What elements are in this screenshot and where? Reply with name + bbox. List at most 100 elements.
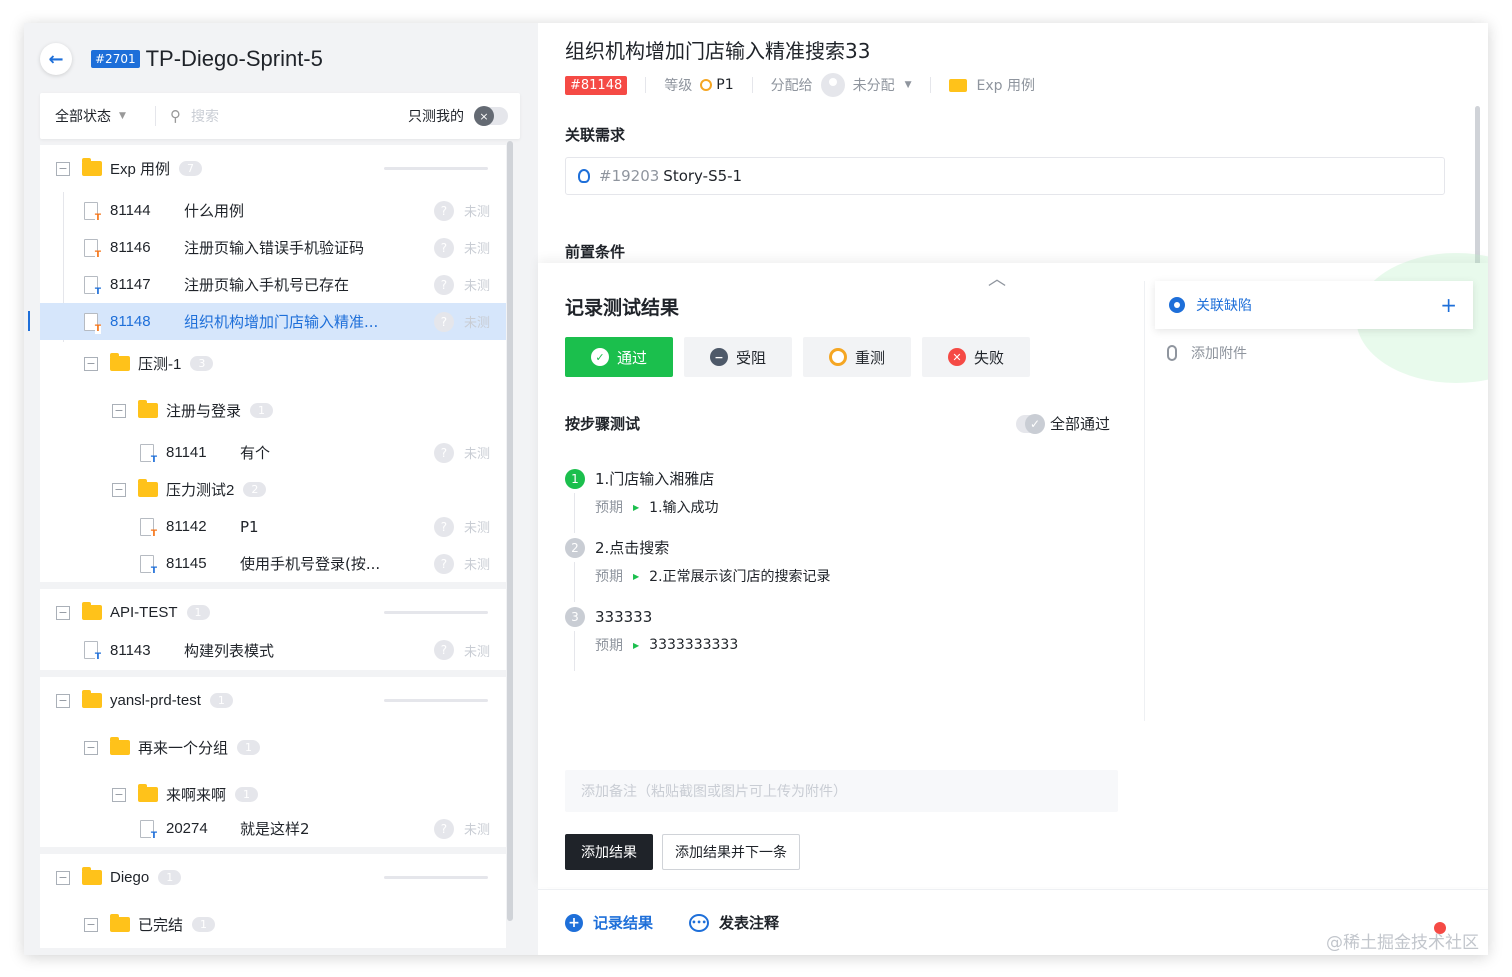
caret-down-icon[interactable]: ▼ [905, 80, 912, 90]
progress-bar [384, 699, 488, 702]
folder-row[interactable]: − 压测-1 3 [40, 340, 506, 387]
status-text: 未测 [463, 558, 490, 573]
pass-button[interactable]: ✓ 通过 [565, 337, 673, 377]
folder-count-badge: 1 [192, 917, 216, 932]
case-row[interactable]: 81142 P1 ? 未测 [40, 508, 506, 545]
plan-title: TP-Diego-Sprint-5 [145, 46, 323, 71]
step-number[interactable]: 2 [565, 538, 585, 558]
folder-row[interactable]: − 再来一个分组 1 [40, 724, 506, 771]
link-defect-row[interactable]: 关联缺陷 + [1155, 281, 1473, 329]
status-text: 未测 [463, 242, 490, 257]
add-result-next-button[interactable]: 添加结果并下一条 [662, 834, 800, 870]
folder-name: Exp 用例 [110, 161, 171, 178]
case-id: 81142 [166, 518, 207, 535]
collapse-icon[interactable]: − [112, 787, 126, 802]
all-pass-toggle[interactable]: 全部通过 [1016, 413, 1110, 434]
case-folder[interactable]: Exp 用例 [977, 75, 1035, 95]
avatar[interactable] [820, 73, 845, 97]
case-row[interactable]: 20274 就是这样2 ? 未测 [40, 810, 506, 847]
blocked-button[interactable]: − 受阻 [684, 337, 792, 377]
story-name: Story-S5-1 [663, 167, 743, 185]
collapse-icon[interactable]: − [84, 356, 98, 371]
expected-value: 3333333333 [649, 637, 739, 653]
fail-button[interactable]: ✕ 失败 [922, 337, 1030, 377]
test-case-icon [84, 238, 101, 260]
folder-count-badge: 7 [179, 161, 203, 176]
add-attachment-button[interactable]: 添加附件 [1167, 343, 1247, 363]
case-status: ? 未测 [433, 553, 490, 574]
folder-row[interactable]: − 注册与登录 1 [40, 387, 506, 434]
collapse-icon[interactable]: − [56, 161, 70, 176]
record-result-panel: ︿ 记录测试结果 ✓ 通过 − 受阻 重测 ✕ 失败 按步骤测试 ✓ 全部通过 … [538, 253, 1488, 887]
collapse-icon[interactable]: − [56, 693, 70, 708]
search-input[interactable]: ⚲ 搜索 [156, 106, 386, 126]
note-input[interactable]: 添加备注（粘贴截图或图片可上传为附件） [565, 770, 1118, 812]
case-row[interactable]: 81143 构建列表模式 ? 未测 [40, 630, 506, 670]
only-mine-toggle[interactable]: 只测我的 × [408, 106, 520, 126]
toggle-switch[interactable]: × [474, 106, 508, 126]
folder-name: 压力测试2 [166, 482, 235, 499]
case-row[interactable]: 81141 有个 ? 未测 [40, 434, 506, 471]
tree-scrollbar[interactable] [507, 141, 513, 921]
status-text: 未测 [463, 205, 490, 220]
collapse-icon[interactable]: − [112, 482, 126, 497]
status-filter-dropdown[interactable]: 全部状态 ▼ [40, 106, 155, 126]
check-icon: ✓ [590, 348, 609, 366]
plan-id-tag: #2701 [91, 50, 140, 68]
folder-icon [138, 784, 158, 802]
tree-group: − Exp 用例 7 81144 什么用例 ? 未测 81146 注册页输入错误手… [28, 145, 506, 582]
progress-bar [384, 611, 488, 614]
step-number[interactable]: 3 [565, 607, 585, 627]
app-window: ← #2701 TP-Diego-Sprint-5 全部状态 ▼ ⚲ 搜索 只测… [24, 23, 1488, 955]
assignee-dropdown[interactable]: 未分配 [853, 75, 895, 95]
step-number[interactable]: 1 [565, 469, 585, 489]
case-row-selected[interactable]: 81148 组织机构增加门店输入精准... ? 未测 [28, 303, 506, 340]
folder-count-badge: 3 [190, 356, 214, 371]
detail-scrollbar[interactable] [1475, 106, 1480, 266]
case-row[interactable]: 81147 注册页输入手机号已存在 ? 未测 [40, 266, 506, 303]
folder-row[interactable]: − 压力测试2 2 [40, 471, 506, 508]
divider [645, 77, 647, 93]
folder-row[interactable]: − yansl-prd-test 1 [40, 677, 506, 724]
case-title: 组织机构增加门店输入精准... [184, 313, 379, 331]
back-arrow-icon[interactable]: ← [40, 43, 72, 75]
question-icon: ? [433, 274, 454, 295]
collapse-icon[interactable]: − [56, 870, 70, 885]
minus-circle-icon: − [709, 348, 728, 366]
record-result-tab[interactable]: + 记录结果 [565, 912, 653, 933]
case-header: 组织机构增加门店输入精准搜索33 #81148 等级 P1 分配给 未分配 ▼ … [565, 35, 1035, 97]
linked-story[interactable]: #19203 Story-S5-1 [565, 157, 1445, 195]
folder-row[interactable]: − API-TEST 1 [40, 589, 506, 636]
folder-name: yansl-prd-test [110, 692, 201, 709]
folder-count-badge: 1 [235, 787, 259, 802]
folder-row[interactable]: − 已完结 1 [40, 901, 506, 948]
case-id: 81141 [166, 444, 207, 461]
case-row[interactable]: 81144 什么用例 ? 未测 [40, 192, 506, 229]
collapse-icon[interactable]: − [56, 605, 70, 620]
collapse-icon[interactable]: − [84, 917, 98, 932]
folder-row[interactable]: − Diego 1 [40, 854, 506, 901]
case-title: 什么用例 [184, 202, 245, 220]
case-id: 81148 [110, 313, 151, 330]
case-row[interactable]: 81145 使用手机号登录(按... ? 未测 [40, 545, 506, 582]
step-list: 1 1.门店输入湘雅店 预期 ▶ 1.输入成功 2 2.点击搜索 预期 ▶ 2.… [565, 467, 1125, 674]
case-title: P1 [240, 517, 259, 536]
toggle-switch[interactable] [1016, 413, 1045, 434]
expected-value: 1.输入成功 [649, 500, 719, 516]
folder-name: API-TEST [110, 604, 178, 621]
question-icon: ? [433, 818, 454, 839]
chevron-up-icon[interactable]: ︿ [988, 265, 1006, 291]
add-result-button[interactable]: 添加结果 [565, 834, 653, 870]
level-label: 等级 [664, 78, 693, 94]
retest-button[interactable]: 重测 [803, 337, 911, 377]
comment-tab[interactable]: ••• 发表注释 [689, 912, 779, 933]
folder-row[interactable]: − Exp 用例 7 [40, 145, 506, 192]
case-title-heading: 组织机构增加门店输入精准搜索33 [565, 39, 871, 63]
collapse-icon[interactable]: − [84, 740, 98, 755]
test-case-icon [140, 443, 157, 465]
case-status: ? 未测 [433, 311, 490, 332]
collapse-icon[interactable]: − [112, 403, 126, 418]
case-id: 81145 [166, 555, 207, 572]
case-row[interactable]: 81146 注册页输入错误手机验证码 ? 未测 [40, 229, 506, 266]
plus-icon[interactable]: + [1440, 293, 1457, 317]
